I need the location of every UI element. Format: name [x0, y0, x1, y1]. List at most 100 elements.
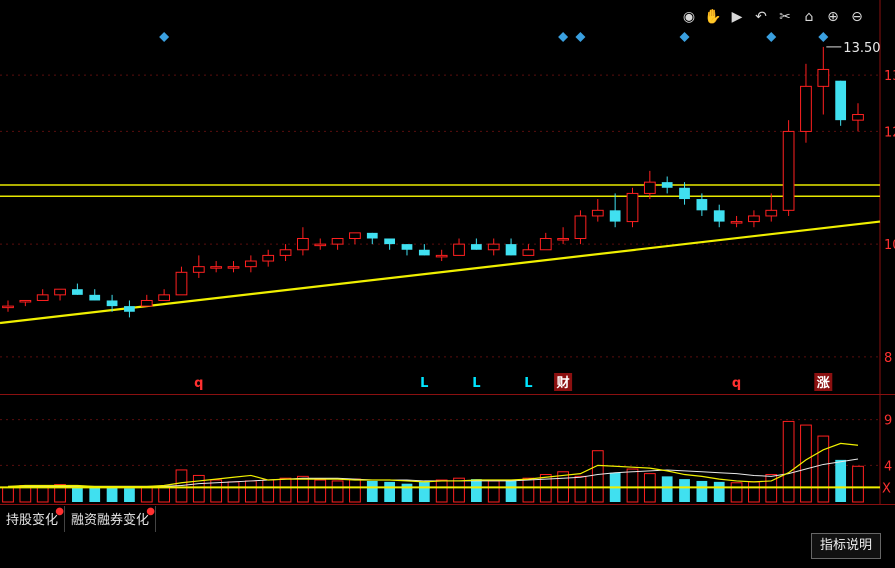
volume-bar [418, 481, 430, 502]
candle-body [158, 294, 171, 301]
volume-bar [384, 481, 396, 502]
candle-body [2, 305, 14, 309]
candle-body [297, 237, 309, 251]
tab-holdings-change[interactable]: 持股变化 ● [0, 506, 66, 532]
candle-body [366, 232, 378, 239]
volume-bar [696, 480, 708, 502]
volume-bar [262, 479, 275, 503]
volume-bar [244, 480, 257, 503]
indicator-tabs: 持股变化 ● 融资融券变化 ● [0, 506, 157, 532]
signal-label: L [524, 376, 532, 391]
candle-body [505, 244, 517, 256]
volume-tick-label: 4 [884, 459, 892, 474]
signal-label: 财 [557, 375, 570, 391]
candle-body [36, 294, 49, 301]
candle-body [89, 294, 101, 301]
candle-body [435, 254, 448, 258]
volume-bar [730, 482, 743, 503]
candle-body [262, 254, 275, 262]
price-tick-label: 8 [884, 351, 892, 366]
volume-close-mark: X [882, 481, 891, 496]
candle-body [539, 237, 552, 251]
candle-body [713, 210, 725, 222]
tab-label: 融资融券变化 [71, 513, 150, 528]
candle-body [192, 266, 205, 273]
volume-bar [661, 476, 673, 502]
price-tick-label: 12 [884, 125, 895, 140]
volume-bar [782, 420, 795, 503]
candle-body [227, 266, 240, 269]
volume-bar [748, 481, 760, 503]
volume-bar [487, 480, 500, 503]
volume-bar [817, 435, 830, 503]
candle-body [19, 299, 32, 303]
candle-body [748, 215, 760, 223]
candle-body [835, 80, 847, 121]
volume-bar [314, 479, 327, 503]
candle-body [349, 232, 361, 239]
candle-body [574, 215, 587, 239]
signal-diamond-marker [766, 32, 777, 42]
candle-body [279, 249, 292, 256]
volume-bar [366, 480, 378, 502]
signal-diamond-marker [679, 32, 690, 42]
candle-body [765, 209, 778, 217]
candle-body [331, 237, 344, 245]
volume-bar [331, 480, 344, 503]
signal-label: L [420, 376, 428, 391]
candle-body [140, 299, 153, 307]
signal-diamond-marker [159, 32, 170, 42]
candle-body [54, 288, 66, 296]
candle-body [210, 266, 223, 269]
volume-bar [89, 486, 101, 502]
signal-label: q [194, 376, 203, 391]
candle-body [643, 181, 656, 194]
candle-body [401, 244, 413, 250]
candle-body [175, 271, 188, 296]
candle-body [244, 260, 257, 268]
candle-body [522, 249, 535, 256]
candle-body [314, 243, 327, 247]
stock-chart[interactable]: 13 12 10 8 9 4 13.50 q L L L 财 q 涨 X [0, 0, 895, 568]
candle-body [852, 114, 864, 121]
candle-body [384, 238, 396, 245]
volume-bar [835, 459, 847, 502]
signal-diamond-marker [575, 32, 586, 42]
price-tick-label: 13 [884, 69, 895, 84]
volume-bar [626, 468, 639, 503]
candle-body [730, 221, 743, 224]
candle-body [817, 68, 830, 87]
volume-bar [800, 424, 812, 503]
volume-bar [106, 487, 118, 502]
signal-diamond-marker [558, 32, 569, 42]
volume-tick-label: 9 [884, 414, 892, 429]
panel-divider-bottom [0, 504, 895, 505]
signal-label: L [472, 376, 480, 391]
tab-label: 持股变化 [6, 513, 59, 528]
signal-label: 涨 [816, 376, 830, 391]
candle-body [557, 237, 569, 241]
candle-body [418, 249, 430, 256]
panel-divider-top [0, 394, 895, 395]
high-price-label: 13.50 [843, 41, 880, 56]
volume-bar [522, 477, 535, 503]
volume-ma10-line [8, 458, 859, 487]
volume-bar [852, 465, 864, 503]
candle-body [696, 199, 708, 211]
volume-bar [227, 481, 240, 503]
candle-body [800, 85, 812, 132]
volume-bar [349, 478, 361, 503]
volume-bar [158, 485, 171, 503]
candle-body [591, 209, 604, 217]
volume-bar [192, 474, 205, 503]
volume-bar [679, 479, 690, 502]
candle-body [470, 244, 482, 250]
price-tick-label: 10 [884, 238, 895, 253]
tab-margin-change[interactable]: 融资融券变化 ● [65, 506, 157, 532]
volume-bar [36, 485, 49, 503]
volume-bar [453, 477, 465, 503]
indicator-explain-button[interactable]: 指标说明 [810, 533, 881, 559]
volume-bar [435, 479, 448, 503]
volume-bar [140, 486, 153, 503]
candle-body [679, 187, 690, 200]
